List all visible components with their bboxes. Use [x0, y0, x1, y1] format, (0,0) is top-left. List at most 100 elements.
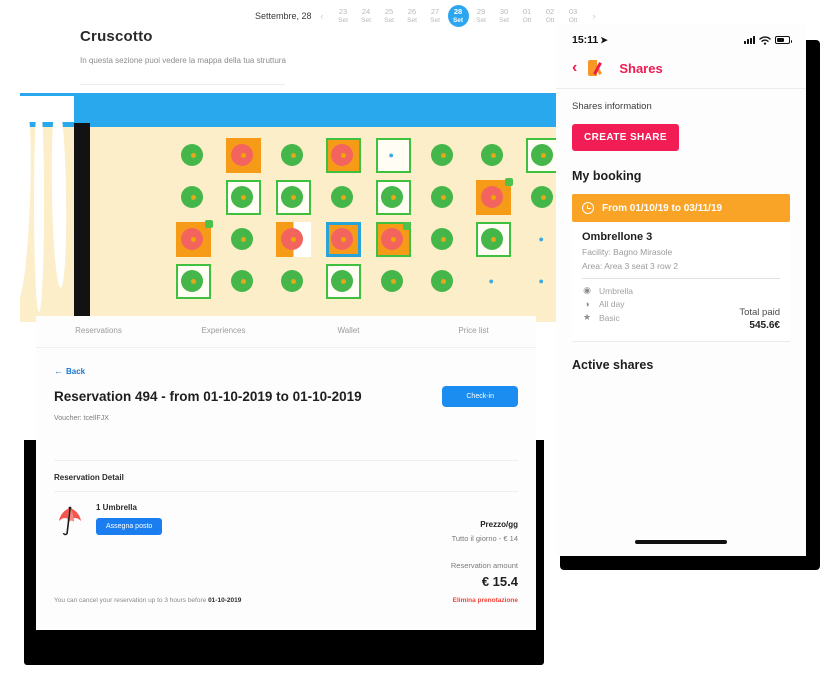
beach-map-cell[interactable]	[418, 218, 468, 260]
beach-map-cell[interactable]	[318, 176, 368, 218]
beach-map-slot[interactable]	[475, 177, 513, 215]
beach-map-cell[interactable]	[168, 260, 218, 302]
beach-map-slot[interactable]	[426, 180, 461, 215]
beach-map-cell[interactable]: ●	[368, 134, 418, 176]
beach-map-cell[interactable]	[268, 260, 318, 302]
voucher-text: Voucher: tceIlFJX	[54, 415, 109, 422]
calendar-next-icon[interactable]: ›	[590, 11, 599, 21]
beach-map-cell[interactable]	[168, 218, 218, 260]
calendar-prev-icon[interactable]: ‹	[318, 11, 327, 21]
booking-date-banner: From 01/10/19 to 03/11/19	[572, 194, 790, 222]
beach-map-slot[interactable]	[275, 221, 311, 257]
beach-map-slot[interactable]	[176, 138, 211, 173]
umbrella-icon	[481, 143, 505, 167]
calendar-day[interactable]: 01 Ott	[517, 5, 538, 27]
beach-map-cell[interactable]	[218, 176, 268, 218]
home-indicator[interactable]	[635, 540, 727, 544]
map-pin-icon: ●	[388, 149, 394, 160]
calendar-day[interactable]: 26 Set	[402, 5, 423, 27]
beach-map-slot[interactable]	[225, 137, 261, 173]
calendar-day[interactable]: 29 Set	[471, 5, 492, 27]
umbrella-icon	[381, 185, 405, 209]
beach-map-slot[interactable]	[426, 264, 461, 299]
calendar-day[interactable]: 24 Set	[356, 5, 377, 27]
detail-item-info: 1 Umbrella Assegna posto	[96, 503, 163, 537]
umbrella-icon	[231, 185, 255, 209]
phone-nav-bar: ‹ Shares	[556, 52, 806, 89]
beach-map-slot[interactable]	[426, 222, 461, 257]
booking-feature-label: Basic	[599, 312, 620, 323]
beach-map-cell[interactable]	[318, 218, 368, 260]
beach-map-slot[interactable]	[325, 263, 361, 299]
beach-map-cell[interactable]	[468, 134, 518, 176]
assign-seat-button[interactable]: Assegna posto	[96, 518, 163, 535]
reservation-title: Reservation 494 - from 01-10-2019 to 01-…	[54, 389, 362, 404]
beach-map-cell[interactable]	[468, 218, 518, 260]
reservation-footer: You can cancel your reservation up to 3 …	[36, 597, 536, 604]
beach-map-slot[interactable]	[226, 264, 261, 299]
beach-map-slot[interactable]	[175, 219, 213, 257]
beach-map-cell[interactable]	[268, 218, 318, 260]
create-share-button[interactable]: CREATE SHARE	[572, 124, 679, 151]
beach-map-cell[interactable]	[268, 134, 318, 176]
reservation-tab[interactable]: Wallet	[286, 326, 411, 335]
beach-map-slot[interactable]	[175, 263, 211, 299]
beach-map-cell[interactable]: ●	[468, 260, 518, 302]
beach-map-slot[interactable]	[276, 138, 311, 173]
beach-map-cell[interactable]	[218, 134, 268, 176]
chevron-left-icon[interactable]: ‹	[572, 60, 577, 76]
reservation-tab[interactable]: Reservations	[36, 326, 161, 335]
umbrella-icon	[381, 227, 405, 251]
reservation-tab[interactable]: Price list	[411, 326, 536, 335]
beach-map-slot[interactable]	[326, 180, 361, 215]
beach-map-slot[interactable]	[275, 179, 311, 215]
status-time: 15:11 ➤	[572, 34, 608, 46]
beach-map-cell[interactable]	[168, 176, 218, 218]
beach-map-cell[interactable]	[368, 260, 418, 302]
delete-reservation-link[interactable]: Elimina prenotazione	[453, 597, 518, 604]
calendar-day[interactable]: 25 Set	[379, 5, 400, 27]
calendar-day[interactable]: 23 Set	[333, 5, 354, 27]
beach-map-cell[interactable]	[168, 134, 218, 176]
calendar-month-label: Settembre, 28	[255, 11, 312, 21]
beach-map-slot[interactable]	[476, 138, 511, 173]
beach-map-slot[interactable]: ●	[476, 264, 511, 299]
beach-map-cell[interactable]	[418, 176, 468, 218]
all-day-icon: ◑	[584, 299, 590, 309]
beach-map-cell[interactable]	[218, 218, 268, 260]
beach-map-cell[interactable]	[418, 260, 468, 302]
beach-map-slot[interactable]	[276, 264, 311, 299]
beach-map-slot[interactable]	[375, 221, 411, 257]
reservation-header-row: Reservation 494 - from 01-10-2019 to 01-…	[36, 376, 536, 407]
item-label: 1 Umbrella	[96, 503, 137, 512]
beach-map-slot[interactable]	[176, 180, 211, 215]
booking-card[interactable]: From 01/10/19 to 03/11/19 Ombrellone 3 F…	[572, 194, 790, 342]
umbrella-icon	[331, 143, 355, 167]
calendar-day[interactable]: 28 Set	[447, 4, 469, 28]
beach-map-slot[interactable]	[376, 264, 411, 299]
checkin-button[interactable]: Check-in	[442, 386, 518, 407]
beach-map-slot[interactable]	[225, 179, 261, 215]
beach-map-slot[interactable]	[226, 222, 261, 257]
beach-map-slot[interactable]	[325, 137, 361, 173]
beach-map-cell[interactable]	[368, 176, 418, 218]
reservation-tab[interactable]: Experiences	[161, 326, 286, 335]
beach-map-cell[interactable]	[318, 260, 368, 302]
beach-map-slot[interactable]	[375, 179, 411, 215]
umbrella-icon	[481, 185, 505, 209]
beach-map-cell[interactable]	[368, 218, 418, 260]
beach-map-slot[interactable]	[325, 221, 361, 257]
beach-map-slot[interactable]	[426, 138, 461, 173]
calendar-day[interactable]: 27 Set	[425, 5, 446, 27]
umbrella-icon	[281, 143, 305, 167]
beach-map-cell[interactable]	[418, 134, 468, 176]
beach-map-cell[interactable]	[218, 260, 268, 302]
back-link[interactable]: ← Back	[54, 366, 536, 376]
calendar-day[interactable]: 30 Set	[494, 5, 515, 27]
umbrella-icon	[181, 269, 205, 293]
beach-map-slot[interactable]	[475, 221, 511, 257]
beach-map-slot[interactable]: ●	[375, 137, 411, 173]
beach-map-cell[interactable]	[268, 176, 318, 218]
beach-map-cell[interactable]	[318, 134, 368, 176]
beach-map-cell[interactable]	[468, 176, 518, 218]
